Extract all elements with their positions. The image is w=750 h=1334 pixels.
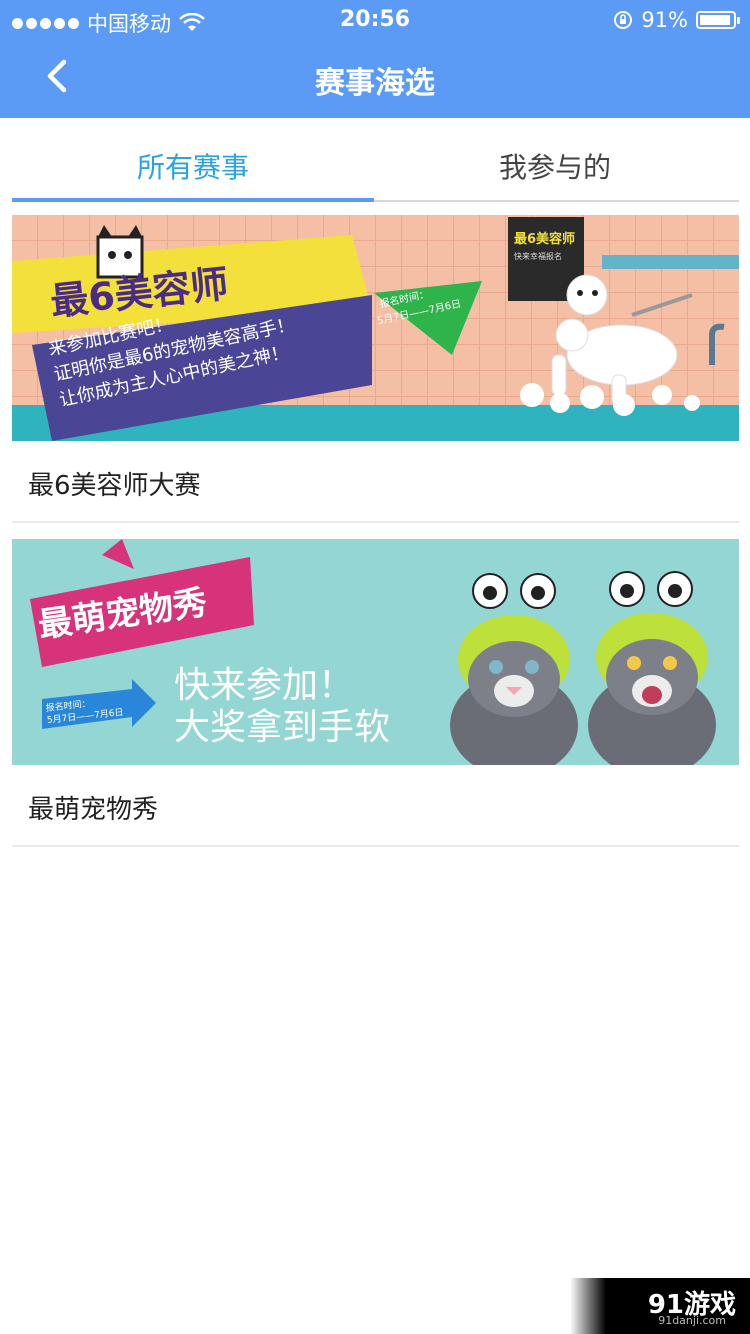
- board-title-text: 最6美容师: [514, 231, 575, 247]
- cute-pet-slogan-1: 快来参加！: [174, 665, 354, 706]
- watermark-logo: 91游戏 91danji.com: [570, 1278, 750, 1334]
- tab-active-indicator: [12, 198, 374, 202]
- battery-percent: 91%: [641, 8, 688, 32]
- watermark-sub: 91danji.com: [658, 1314, 726, 1327]
- contest-name[interactable]: 最6美容师大赛: [28, 465, 201, 502]
- cute-pet-slogan-2: 大奖拿到手软: [174, 707, 390, 748]
- contest-card-2[interactable]: 最萌宠物秀 报名时间： 5月7日——7月6日 快来参加！ 大奖拿到手软 最萌宠物…: [12, 539, 739, 825]
- tab-my-contests[interactable]: 我参与的: [374, 138, 736, 198]
- tab-all-contests[interactable]: 所有赛事: [12, 138, 374, 198]
- cute-pet-banner-image: 最萌宠物秀 报名时间： 5月7日——7月6日 快来参加！ 大奖拿到手软: [12, 539, 739, 765]
- contest-card-1[interactable]: 最6美容师 来参加比赛吧！ 证明你是最6的宠物美容高手！ 让你成为主人心中的美之…: [12, 215, 739, 501]
- status-bar: 中国移动 20:56 91%: [0, 0, 750, 40]
- battery-icon: [696, 11, 740, 29]
- divider: [12, 521, 739, 523]
- page-title: 赛事海选: [315, 66, 435, 101]
- rotation-lock-icon: [614, 11, 633, 29]
- nav-bar: 赛事海选: [0, 40, 750, 118]
- divider: [12, 845, 739, 847]
- board-sub-text: 快来幸福报名: [514, 251, 562, 261]
- contest-banner-cute-pet[interactable]: 最萌宠物秀 报名时间： 5月7日——7月6日 快来参加！ 大奖拿到手软: [12, 539, 739, 765]
- tab-bar: 所有赛事 我参与的: [12, 138, 739, 202]
- contest-name[interactable]: 最萌宠物秀: [28, 789, 158, 826]
- contest-banner-groomer[interactable]: 最6美容师 来参加比赛吧！ 证明你是最6的宠物美容高手！ 让你成为主人心中的美之…: [12, 215, 739, 441]
- header-bar: 中国移动 20:56 91% 赛事海选: [0, 0, 750, 118]
- groomer-banner-image: 最6美容师 来参加比赛吧！ 证明你是最6的宠物美容高手！ 让你成为主人心中的美之…: [12, 215, 739, 441]
